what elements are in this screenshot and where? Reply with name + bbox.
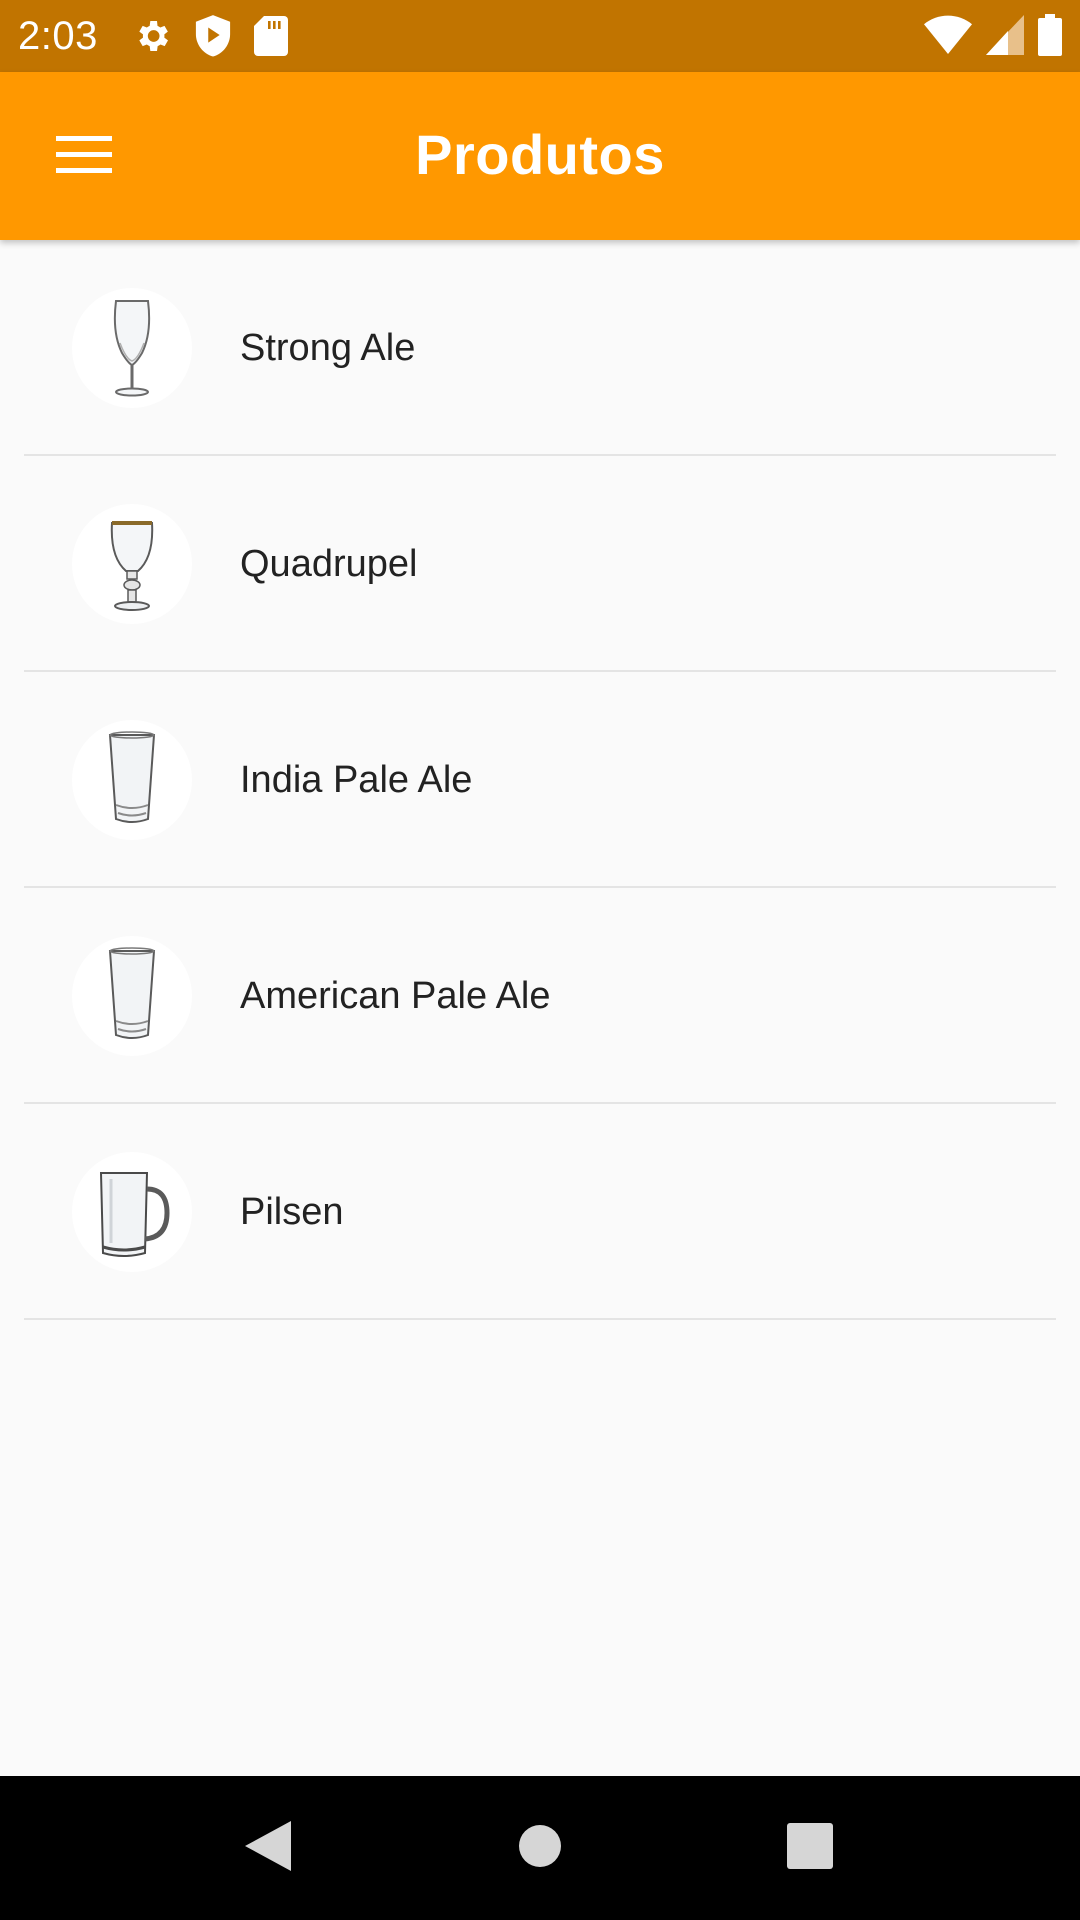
sd-card-icon <box>253 16 288 56</box>
tulip-glass-image <box>72 288 192 408</box>
status-right-icons <box>924 14 1062 56</box>
list-item[interactable]: India Pale Ale <box>0 672 1080 888</box>
back-button[interactable] <box>218 1798 318 1898</box>
status-bar: 2:03 <box>0 0 1080 72</box>
navigation-bar <box>0 1776 1080 1920</box>
mug-glass-image <box>72 1152 192 1272</box>
pint-glass-image <box>72 936 192 1056</box>
cell-signal-icon <box>986 15 1024 55</box>
list-item[interactable]: Quadrupel <box>0 456 1080 672</box>
shield-play-icon <box>194 15 232 57</box>
gear-icon <box>132 16 172 56</box>
home-button[interactable] <box>490 1798 590 1898</box>
list-item[interactable]: American Pale Ale <box>0 888 1080 1104</box>
status-left-icons <box>132 15 288 57</box>
list-item-label: Strong Ale <box>240 326 416 369</box>
recents-icon <box>787 1822 833 1874</box>
list-item-label: American Pale Ale <box>240 974 551 1017</box>
recents-button[interactable] <box>760 1798 860 1898</box>
divider <box>24 1318 1056 1320</box>
back-icon <box>245 1820 291 1876</box>
list-item[interactable]: Strong Ale <box>0 240 1080 456</box>
pint-glass-image <box>72 720 192 840</box>
list-item-label: Pilsen <box>240 1190 344 1233</box>
list-item-label: Quadrupel <box>240 542 418 585</box>
battery-icon <box>1038 14 1062 56</box>
app-bar: Produtos <box>0 72 1080 240</box>
product-list: Strong Ale Quadrupel India Pale Ale Amer… <box>0 240 1080 1320</box>
goblet-glass-image <box>72 504 192 624</box>
wifi-icon <box>924 15 972 55</box>
page-title: Produtos <box>415 123 665 186</box>
status-time: 2:03 <box>18 13 98 58</box>
list-item-label: India Pale Ale <box>240 758 473 801</box>
list-item[interactable]: Pilsen <box>0 1104 1080 1320</box>
home-icon <box>518 1824 562 1873</box>
